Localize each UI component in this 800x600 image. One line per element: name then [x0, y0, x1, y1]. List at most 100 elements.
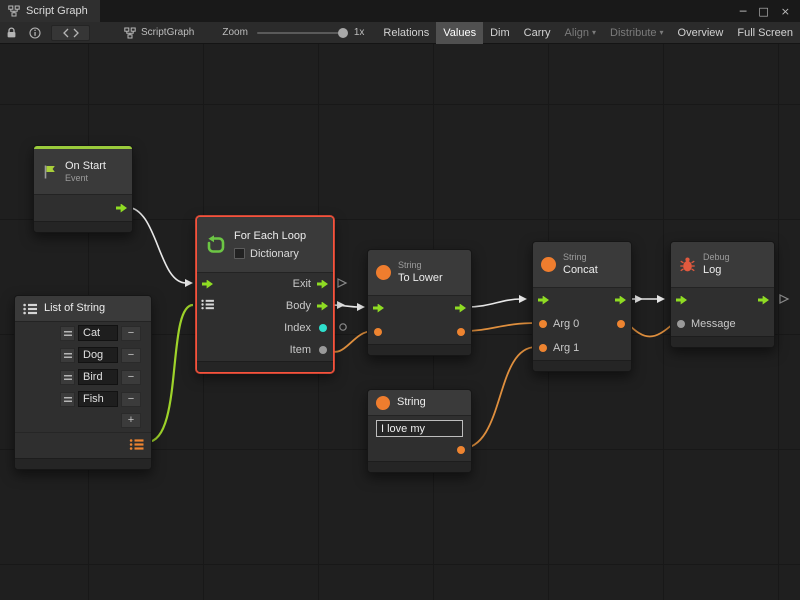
close-button[interactable]: ×: [781, 5, 790, 18]
node-list-of-string[interactable]: List of String − − − − +: [14, 295, 152, 470]
flow-out-port[interactable]: [615, 296, 626, 305]
tab-script-graph[interactable]: Script Graph: [0, 0, 100, 22]
flow-out-port[interactable]: [455, 304, 466, 313]
item-port[interactable]: [319, 346, 327, 354]
string-out-port[interactable]: [457, 446, 465, 454]
remove-item-button[interactable]: −: [121, 348, 141, 363]
full-screen-button[interactable]: Full Screen: [730, 22, 800, 44]
arg0-port[interactable]: [539, 320, 547, 328]
arg1-label: Arg 1: [553, 342, 579, 354]
string-type-icon: [376, 265, 391, 280]
to-lower-flow-row: [368, 296, 471, 320]
node-for-each-loop[interactable]: For Each Loop Dictionary Exit: [196, 216, 334, 373]
node-footer: [671, 336, 774, 347]
add-item-button[interactable]: +: [121, 413, 141, 428]
node-string-literal[interactable]: String: [367, 389, 472, 473]
node-footer: [197, 361, 333, 372]
message-port[interactable]: [677, 320, 685, 328]
node-title: Log: [703, 263, 730, 277]
caret-down-icon: ▾: [660, 29, 664, 37]
body-port-label: Body: [286, 300, 311, 312]
script-graph-icon: [8, 5, 20, 17]
concat-flow-row: [533, 288, 631, 312]
collection-in-port[interactable]: [201, 299, 214, 313]
code-preview-button[interactable]: [51, 25, 90, 41]
flow-out-port[interactable]: [758, 296, 769, 305]
list-item-input[interactable]: [78, 391, 118, 407]
for-each-header: For Each Loop Dictionary: [197, 217, 333, 273]
flow-in-port[interactable]: [373, 304, 384, 313]
title-bar: Script Graph ─ □ ×: [0, 0, 800, 22]
log-message-row: Message: [671, 312, 774, 336]
carry-button[interactable]: Carry: [517, 22, 558, 44]
window-title: Script Graph: [26, 5, 88, 17]
caret-down-icon: ▾: [592, 29, 596, 37]
zoom-slider-knob[interactable]: [338, 28, 348, 38]
graph-toolbar: ScriptGraph Zoom 1x Relations Values Dim…: [0, 22, 800, 44]
flow-out-port[interactable]: [116, 204, 127, 213]
for-each-row-item: Item: [197, 339, 333, 361]
values-button[interactable]: Values: [436, 22, 483, 44]
node-category: Debug: [703, 252, 730, 263]
lock-button[interactable]: [0, 22, 23, 44]
list-item-input[interactable]: [78, 369, 118, 385]
log-header: Debug Log: [671, 242, 774, 288]
list-out-port[interactable]: [129, 438, 144, 453]
flow-in-port[interactable]: [538, 296, 549, 305]
zoom-slider[interactable]: [257, 32, 345, 34]
index-port[interactable]: [319, 324, 327, 332]
exit-port[interactable]: [317, 280, 328, 289]
list-item-row: −: [15, 366, 151, 388]
graph-breadcrumb[interactable]: ScriptGraph: [124, 27, 194, 39]
arg1-port[interactable]: [539, 344, 547, 352]
to-lower-value-row: [368, 320, 471, 344]
list-add-row: +: [15, 410, 151, 432]
concat-arg0-row: Arg 0: [533, 312, 631, 336]
relations-button[interactable]: Relations: [376, 22, 436, 44]
string-type-icon: [376, 396, 390, 410]
node-category: String: [398, 260, 443, 271]
concat-header: String Concat: [533, 242, 631, 288]
result-out-port[interactable]: [457, 328, 465, 336]
string-in-port[interactable]: [374, 328, 382, 336]
result-out-port[interactable]: [617, 320, 625, 328]
graph-breadcrumb-label: ScriptGraph: [141, 27, 194, 38]
node-debug-log[interactable]: Debug Log Message: [670, 241, 775, 348]
for-each-row-body: Body: [197, 295, 333, 317]
node-title: Concat: [563, 263, 598, 277]
loop-icon: [205, 234, 227, 256]
remove-item-button[interactable]: −: [121, 392, 141, 407]
drag-handle-icon[interactable]: [60, 370, 75, 385]
zoom-value: 1x: [354, 27, 365, 38]
node-to-lower[interactable]: String To Lower: [367, 249, 472, 356]
node-footer: [15, 458, 151, 469]
drag-handle-icon[interactable]: [60, 392, 75, 407]
dim-button[interactable]: Dim: [483, 22, 517, 44]
on-start-header: On Start Event: [34, 149, 132, 195]
node-concat[interactable]: String Concat Arg 0 Arg 1: [532, 241, 632, 372]
maximize-button[interactable]: □: [758, 5, 768, 18]
string-type-icon: [541, 257, 556, 272]
remove-item-button[interactable]: −: [121, 370, 141, 385]
remove-item-button[interactable]: −: [121, 326, 141, 341]
list-item-input[interactable]: [78, 325, 118, 341]
overview-button[interactable]: Overview: [671, 22, 731, 44]
list-item-input[interactable]: [78, 347, 118, 363]
list-icon: [23, 303, 37, 315]
body-port[interactable]: [317, 302, 328, 311]
minimize-button[interactable]: ─: [740, 5, 747, 18]
drag-handle-icon[interactable]: [60, 348, 75, 363]
drag-handle-icon[interactable]: [60, 326, 75, 341]
flow-in-port[interactable]: [202, 280, 213, 289]
node-title: To Lower: [398, 271, 443, 285]
string-value-input[interactable]: [376, 420, 463, 437]
align-button[interactable]: Align▾: [558, 22, 603, 44]
dictionary-checkbox[interactable]: [234, 248, 245, 259]
list-item-row: −: [15, 388, 151, 410]
node-on-start[interactable]: On Start Event: [33, 145, 133, 233]
flow-in-port[interactable]: [676, 296, 687, 305]
node-title: On Start: [65, 159, 106, 173]
item-port-label: Item: [290, 344, 311, 356]
info-button[interactable]: [23, 22, 47, 44]
distribute-button[interactable]: Distribute▾: [603, 22, 670, 44]
